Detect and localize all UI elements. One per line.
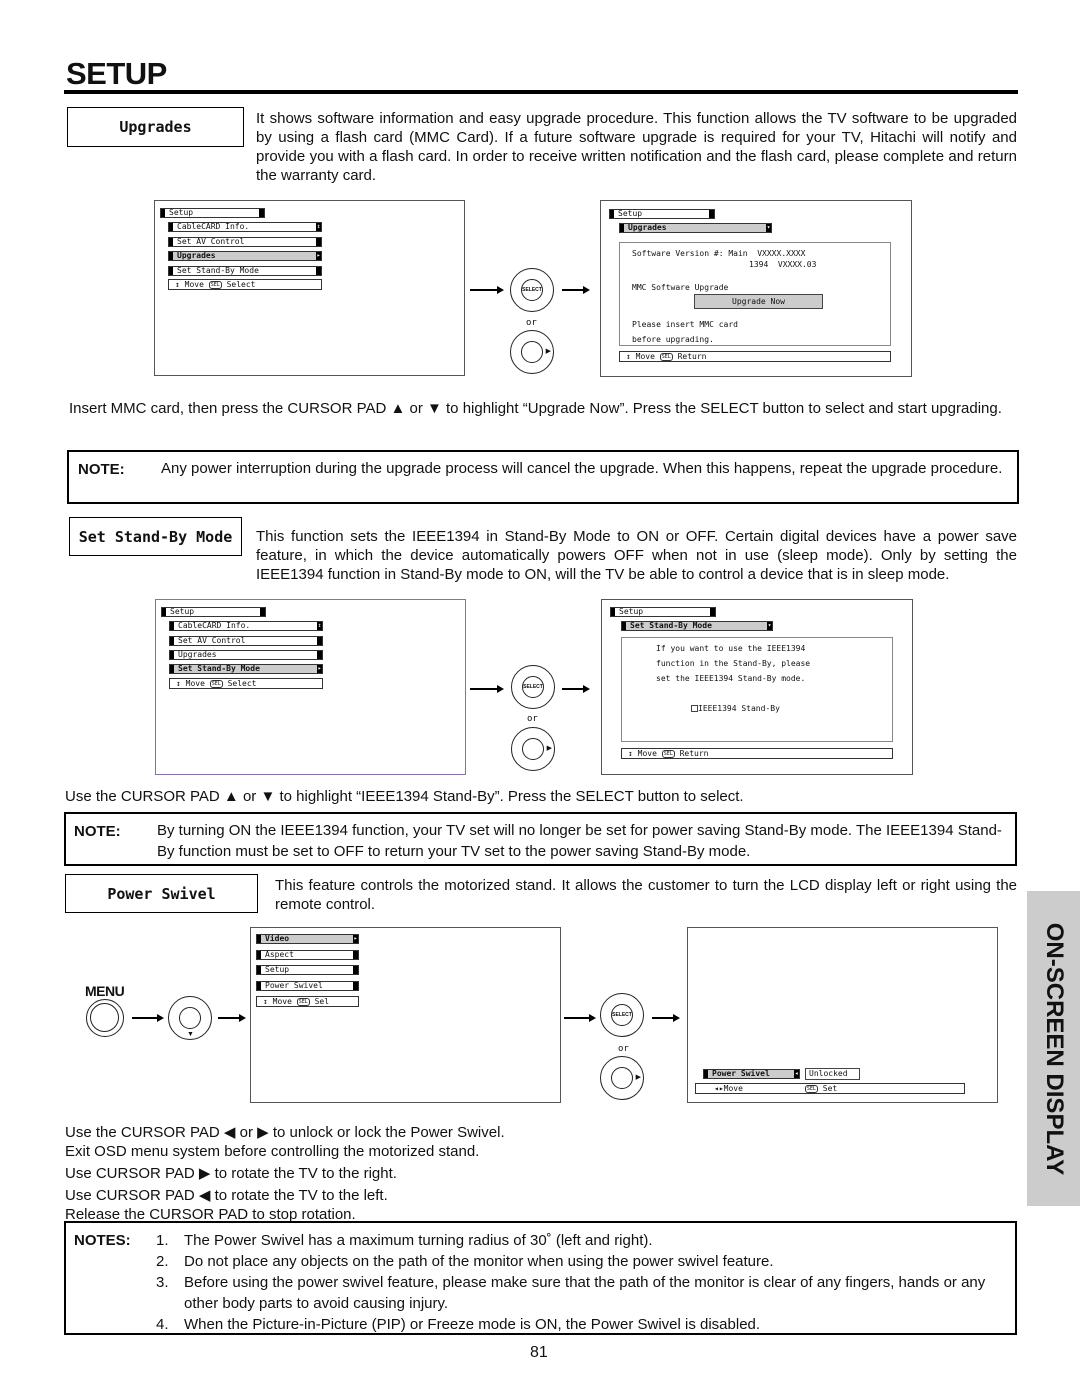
swivel-description: This feature controls the motorized stan…: [275, 877, 1017, 913]
menu-button-icon: [86, 999, 124, 1037]
arrow-icon: [562, 685, 590, 692]
osd-setup-menu-standby: Setup CableCARD Info. ↕ Set AV Control Up…: [155, 599, 466, 775]
power-swivel-value[interactable]: Unlocked: [805, 1068, 860, 1080]
osd-upgrades-detail: Setup Upgrades ▾ Software Version #: Main…: [600, 200, 912, 377]
osd-hint-bar: ↕ Move SEL Select: [168, 279, 322, 290]
note-item: 1. The Power Swivel has a maximum turning…: [156, 1232, 653, 1249]
cursor-pad-right-icon: ▶: [510, 330, 554, 374]
arrow-icon: [652, 1014, 680, 1021]
arrow-icon: [562, 286, 590, 293]
cursor-pad-right-icon: ▶: [511, 727, 555, 771]
or-label: or: [618, 1044, 629, 1054]
osd-setup-menu-upgrades: Setup CableCARD Info. ↕ Set AV Control Up…: [154, 200, 465, 376]
osd-standby-detail: Setup Set Stand-By Mode ▾ If you want to …: [601, 599, 913, 775]
cursor-pad-icon: SELECT: [511, 665, 555, 709]
swivel-notes: NOTES: 1. The Power Swivel has a maximum …: [64, 1221, 1017, 1335]
upgrades-description: It shows software information and easy u…: [256, 110, 1017, 184]
page-number: 81: [530, 1344, 548, 1361]
ieee1394-standby-checkbox[interactable]: IEEE1394 Stand-By: [691, 704, 780, 713]
osd-menu-item: Set Stand-By Mode: [168, 266, 322, 276]
osd-menu-item-selected: Upgrades ▸: [168, 251, 322, 261]
osd-menu-item: CableCARD Info. ↕: [168, 222, 322, 232]
note-item: 3. Before using the power swivel feature,…: [156, 1274, 986, 1312]
osd-hint-bar: ↕ Move SEL Return: [619, 351, 891, 362]
standby-note: NOTE: By turning ON the IEEE1394 functio…: [64, 812, 1017, 866]
standby-instruction: Use the CURSOR PAD ▲ or ▼ to highlight “…: [65, 788, 744, 805]
cursor-pad-down-icon: ▼: [168, 996, 212, 1040]
swivel-heading: Power Swivel: [65, 874, 258, 913]
arrow-icon: [218, 1014, 246, 1021]
osd-menu-item: Set AV Control: [168, 237, 322, 247]
standby-heading: Set Stand-By Mode: [69, 517, 242, 556]
upgrades-note: NOTE: Any power interruption during the …: [67, 450, 1019, 504]
or-label: or: [527, 714, 538, 724]
cursor-pad-icon: SELECT: [600, 993, 644, 1037]
osd-main-menu: Video ▸ Aspect Setup Power Swivel ↕ Move …: [250, 927, 561, 1103]
arrow-icon: [564, 1014, 596, 1021]
cursor-pad-right-icon: ▶: [600, 1056, 644, 1100]
arrow-icon: [470, 286, 504, 293]
upgrades-heading: Upgrades: [67, 107, 244, 147]
note-item: 4. When the Picture-in-Picture (PIP) or F…: [156, 1316, 761, 1333]
upgrades-instruction: Insert MMC card, then press the CURSOR P…: [69, 400, 1002, 417]
select-button-icon: SELECT: [521, 279, 543, 301]
menu-label: MENU: [85, 983, 125, 999]
upgrade-now-button[interactable]: Upgrade Now: [694, 294, 823, 309]
swivel-instructions: Use the CURSOR PAD ◀ or ▶ to unlock or l…: [65, 1124, 505, 1223]
arrow-icon: [470, 685, 504, 692]
side-tab: ON-SCREEN DISPLAY: [1027, 891, 1080, 1206]
cursor-pad-icon: SELECT: [510, 268, 554, 312]
osd-power-swivel-detail: Power Swivel ◂ Unlocked ◂▸Move SEL Set: [687, 927, 998, 1103]
or-label: or: [526, 318, 537, 328]
title-rule: [64, 90, 1018, 94]
standby-description: This function sets the IEEE1394 in Stand…: [256, 528, 1017, 583]
osd-menu-title: Setup: [160, 208, 265, 218]
arrow-icon: [132, 1014, 164, 1021]
page-title: SETUP: [66, 56, 167, 91]
note-item: 2. Do not place any objects on the path o…: [156, 1253, 774, 1270]
